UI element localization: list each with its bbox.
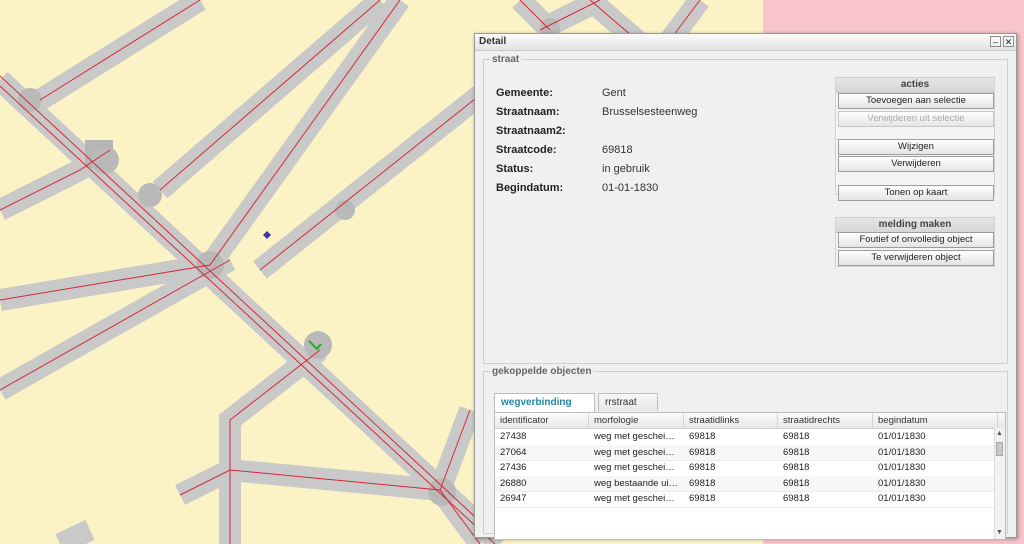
cell-begindatum: 01/01/1830 [878,493,926,504]
straat-legend: straat [492,54,520,65]
column-header-straatidlinks[interactable]: straatidlinks [684,413,778,428]
te-verwijderen-object-button[interactable]: Te verwijderen object [838,250,994,266]
table-row[interactable]: 27436 weg met gescheiden rijbanen 69818 … [495,460,995,477]
table-row[interactable]: 27064 weg met gescheiden rijbanen 69818 … [495,444,995,461]
tab-rrstraat[interactable]: rrstraat (2) [598,393,658,425]
status-label: Status: [496,163,534,175]
cell-identificator: 26880 [500,477,527,489]
straatcode-label: Straatcode: [496,144,557,156]
straatnaam-label: Straatnaam: [496,106,560,118]
cell-morfologie: weg bestaande uit een rijbaan [594,477,679,489]
column-header-identificator[interactable]: identificator [495,413,589,428]
column-header-morfologie[interactable]: morfologie [589,413,684,428]
cell-morfologie: weg met gescheiden rijbanen [594,462,679,473]
cell-straatidrechts: 69818 [783,493,810,504]
straat-fieldset: straat Gemeente: Gent Straatnaam: Brusse… [483,54,1008,364]
verwijderen-button[interactable]: Verwijderen [838,156,994,172]
acties-header: acties [836,78,994,93]
column-header-begindatum[interactable]: begindatum [873,413,998,428]
tonen-op-kaart-button[interactable]: Tonen op kaart [838,185,994,201]
cell-identificator: 27064 [500,446,527,458]
cell-straatidrechts: 69818 [783,431,810,442]
toevoegen-aan-selectie-button[interactable]: Toevoegen aan selectie [838,93,994,109]
gekoppelde-objecten-fieldset: gekoppelde objecten wegverbinding (45) r… [483,366,1008,540]
cell-identificator: 27438 [500,431,527,442]
verwijderen-uit-selectie-button[interactable]: Verwijderen uit selectie [838,111,994,127]
table-row[interactable]: 26947 weg met gescheiden rijbanen 69818 … [495,491,995,508]
table-header: identificator morfologie straatidlinks s… [495,413,1005,429]
cell-straatidlinks: 69818 [689,477,716,489]
cell-straatidrechts: 69818 [783,477,810,489]
linked-objects-table: identificator morfologie straatidlinks s… [494,412,1006,540]
close-button[interactable]: ✕ [1003,36,1014,47]
cell-straatidrechts: 69818 [783,446,810,458]
window-titlebar[interactable]: Detail – ✕ [475,34,1016,51]
gemeente-label: Gemeente: [496,87,553,99]
tab-wegverbinding[interactable]: wegverbinding (45) [494,393,595,425]
straatnaam-value: Brusselsesteenweg [602,106,698,118]
begindatum-value: 01-01-1830 [602,182,659,194]
acties-panel: acties Toevoegen aan selectie Verwijdere… [835,77,995,201]
cell-identificator: 26947 [500,493,527,504]
wijzigen-button[interactable]: Wijzigen [838,139,994,155]
gemeente-value: Gent [602,87,626,99]
cell-morfologie: weg met gescheiden rijbanen [594,493,679,504]
cell-begindatum: 01/01/1830 [878,462,926,473]
scroll-up-icon[interactable]: ▲ [996,430,1003,438]
scrollbar-thumb[interactable] [996,442,1003,456]
foutief-object-button[interactable]: Foutief of onvolledig object [838,232,994,248]
gekoppelde-objecten-legend: gekoppelde objecten [492,366,592,377]
cell-straatidrechts: 69818 [783,462,810,473]
status-value: in gebruik [602,163,650,175]
detail-window: Detail – ✕ straat Gemeente: Gent Straatn… [474,33,1017,540]
straatcode-value: 69818 [602,144,633,156]
table-scrollbar[interactable]: ▲ ▼ [994,428,1005,539]
begindatum-label: Begindatum: [496,182,564,194]
cell-begindatum: 01/01/1830 [878,431,926,442]
cell-straatidlinks: 69818 [689,462,716,473]
melding-panel: melding maken Foutief of onvolledig obje… [835,217,995,267]
cell-begindatum: 01/01/1830 [878,446,926,458]
cell-begindatum: 01/01/1830 [878,477,926,489]
scroll-down-icon[interactable]: ▼ [996,529,1003,537]
straatnaam2-label: Straatnaam2: [496,125,566,137]
cell-morfologie: weg met gescheiden rijbanen [594,446,679,458]
cell-straatidlinks: 69818 [689,431,716,442]
table-row[interactable]: 27438 weg met gescheiden rijbanen 69818 … [495,429,995,446]
column-header-straatidrechts[interactable]: straatidrechts [778,413,873,428]
cell-straatidlinks: 69818 [689,446,716,458]
cell-straatidlinks: 69818 [689,493,716,504]
cell-identificator: 27436 [500,462,527,473]
minimize-button[interactable]: – [990,36,1001,47]
melding-header: melding maken [836,218,994,233]
window-title: Detail [479,36,507,47]
cell-morfologie: weg met gescheiden rijbanen [594,431,679,442]
table-row[interactable]: 26880 weg bestaande uit een rijbaan 6981… [495,475,995,492]
